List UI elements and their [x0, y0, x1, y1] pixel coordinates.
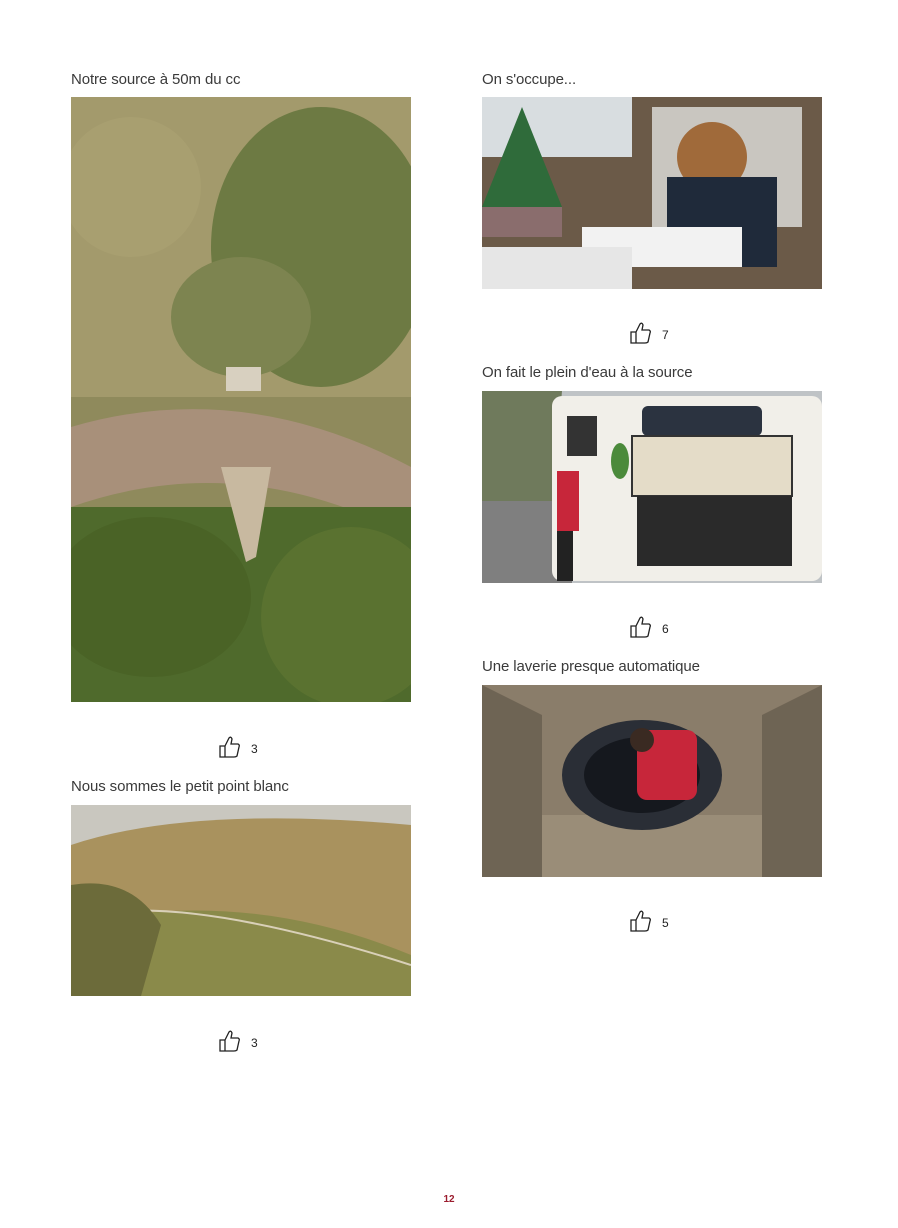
page-number: 12 — [443, 1194, 455, 1205]
like-count: 6 — [662, 621, 669, 636]
photo-culvert-laundry — [482, 685, 822, 877]
thumbs-up-icon[interactable] — [217, 734, 243, 763]
thumbs-up-icon[interactable] — [628, 320, 654, 349]
post-caption: Une laverie presque automatique — [482, 658, 700, 675]
like-counter[interactable]: 3 — [217, 734, 258, 763]
photo-mountain-landscape — [71, 805, 411, 996]
like-counter[interactable]: 6 — [628, 614, 669, 643]
like-count: 3 — [251, 1035, 258, 1050]
thumbs-up-icon[interactable] — [628, 614, 654, 643]
like-count: 7 — [662, 327, 669, 342]
photo-child-homework — [482, 97, 822, 289]
thumbs-up-icon[interactable] — [628, 908, 654, 937]
post-caption: Nous sommes le petit point blanc — [71, 778, 289, 795]
like-counter[interactable]: 7 — [628, 320, 669, 349]
post-caption: Notre source à 50m du cc — [71, 71, 241, 88]
post-caption: On s'occupe... — [482, 71, 577, 88]
like-count: 5 — [662, 915, 669, 930]
like-counter[interactable]: 3 — [217, 1028, 258, 1057]
thumbs-up-icon[interactable] — [217, 1028, 243, 1057]
photo-camper-water — [482, 391, 822, 583]
like-count: 3 — [251, 741, 258, 756]
like-counter[interactable]: 5 — [628, 908, 669, 937]
post-caption: On fait le plein d'eau à la source — [482, 364, 693, 381]
photo-aerial-spring — [71, 97, 411, 702]
